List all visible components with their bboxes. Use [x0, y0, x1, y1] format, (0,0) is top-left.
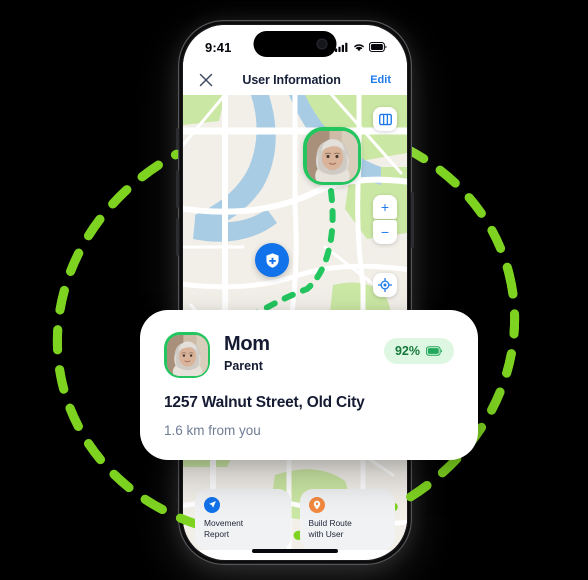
user-info-card[interactable]: Mom Parent 92% 1257 Walnut Street, Old C…	[140, 310, 478, 460]
build-route-label-line1: Build Route	[308, 517, 352, 528]
user-role: Parent	[224, 359, 263, 373]
card-avatar	[164, 332, 210, 378]
build-route-button[interactable]: Build Route with User	[299, 488, 395, 550]
user-name: Mom	[224, 333, 270, 355]
edit-button[interactable]: Edit	[370, 74, 391, 86]
quick-actions: Movement Report Build Route with User	[183, 481, 407, 550]
scene: 9:41 User Information Edit + − Movement …	[0, 0, 588, 580]
front-camera-icon	[316, 38, 328, 50]
user-address: 1257 Walnut Street, Old City	[164, 394, 365, 411]
wifi-icon	[354, 44, 364, 52]
movement-report-label-line1: Movement	[204, 517, 244, 528]
movement-report-label-line2: Report	[204, 528, 230, 539]
movement-report-button[interactable]: Movement Report	[195, 488, 291, 550]
status-time: 9:41	[205, 39, 232, 55]
screen-header: User Information Edit	[183, 65, 407, 95]
battery-icon	[426, 346, 443, 356]
battery-status-badge: 92%	[383, 338, 454, 364]
map-pin-icon	[308, 496, 325, 513]
card-identity: Mom Parent	[224, 332, 270, 373]
battery-percent: 92%	[394, 344, 420, 358]
status-icons	[335, 38, 387, 52]
cellular-signal-icon	[335, 42, 348, 52]
status-bar: 9:41	[183, 25, 407, 65]
user-distance: 1.6 km from you	[164, 423, 261, 438]
dynamic-island	[253, 31, 337, 57]
page-title: User Information	[242, 73, 341, 87]
close-icon[interactable]	[199, 73, 213, 87]
card-header: Mom Parent 92%	[164, 332, 454, 378]
build-route-label-line2: with User	[308, 528, 344, 539]
battery-icon	[369, 42, 387, 52]
navigation-arrow-icon	[204, 496, 220, 513]
home-indicator[interactable]	[252, 549, 338, 553]
avatar	[166, 334, 208, 376]
